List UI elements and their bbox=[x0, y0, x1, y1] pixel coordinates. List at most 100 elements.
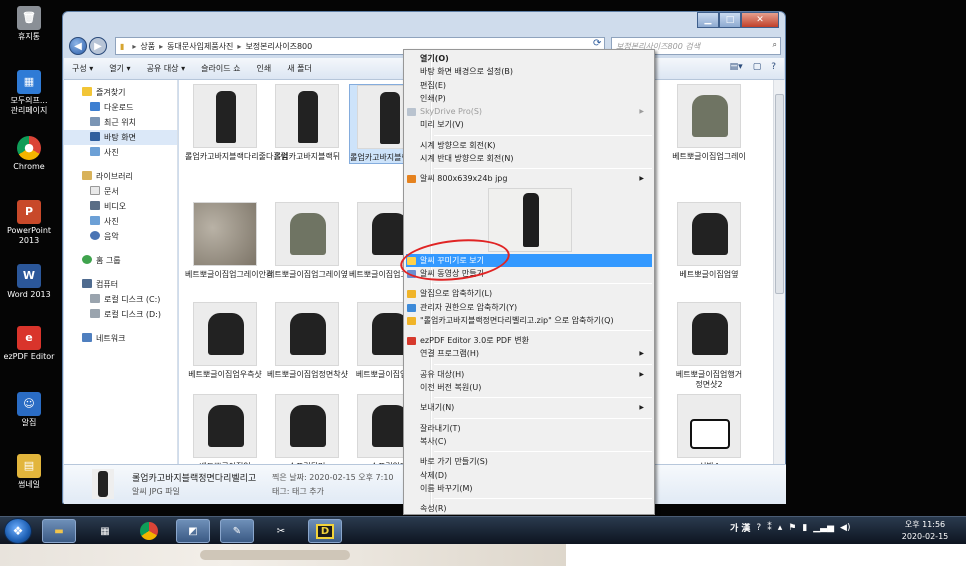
file-item[interactable]: 베트뽀글이집업그레이안감 bbox=[185, 202, 273, 280]
taskbar-snipping[interactable]: ✂ bbox=[264, 519, 298, 543]
nav-item-library-pictures[interactable]: 사진 bbox=[64, 214, 177, 229]
menu-copy[interactable]: 복사(C) bbox=[406, 435, 652, 448]
desktop-icon-recycle-bin[interactable]: 🗑 휴지통 bbox=[0, 6, 58, 42]
flag-icon[interactable]: ⚑ bbox=[788, 523, 796, 533]
nav-item-recent[interactable]: 최근 위치 bbox=[64, 115, 177, 130]
nav-item-downloads[interactable]: 다운로드 bbox=[64, 100, 177, 115]
nav-item-documents[interactable]: 문서 bbox=[64, 184, 177, 199]
breadcrumb-item[interactable]: 상품 bbox=[140, 41, 155, 52]
organize-button[interactable]: 구성 ▾ bbox=[72, 63, 93, 74]
close-button[interactable]: ✕ bbox=[741, 12, 779, 28]
help-icon[interactable]: ? bbox=[756, 523, 761, 533]
file-item[interactable]: 베트뽀글이집업 bbox=[185, 394, 265, 464]
menu-send-to[interactable]: 보내기(N) ▶ bbox=[406, 401, 652, 414]
taskbar-paint[interactable]: ✎ bbox=[220, 519, 254, 543]
menu-zip-named[interactable]: "롤업카고바지블랙정면다리벨리고.zip" 으로 압축하기(Q) bbox=[406, 314, 652, 327]
new-folder-button[interactable]: 새 폴더 bbox=[287, 63, 312, 74]
search-icon[interactable]: ⌕ bbox=[773, 40, 777, 50]
clock[interactable]: 오후 11:56 2020-02-15 bbox=[890, 519, 960, 543]
menu-preview[interactable]: 미리 보기(V) bbox=[406, 118, 652, 131]
menu-delete[interactable]: 삭제(D) bbox=[406, 469, 652, 482]
file-item[interactable]: 롤업카고바지블랙다리줄다홀림 bbox=[185, 84, 288, 162]
network-icon[interactable]: ▮ bbox=[802, 523, 807, 533]
menu-zip-alzip[interactable]: 알집으로 압축하기(L) bbox=[406, 287, 652, 300]
nav-homegroup[interactable]: 홈 그룹 bbox=[64, 253, 177, 268]
maximize-button[interactable]: □ bbox=[719, 12, 741, 28]
open-button[interactable]: 열기 ▾ bbox=[109, 63, 130, 74]
taskbar-app-window[interactable]: ◩ bbox=[176, 519, 210, 543]
forward-button[interactable]: ▶ bbox=[89, 37, 107, 55]
taskbar-calculator[interactable]: ▦ bbox=[88, 519, 122, 543]
tray-expand-icon[interactable]: ▴ bbox=[778, 523, 783, 533]
nav-network[interactable]: 네트워크 bbox=[64, 331, 177, 346]
desktop-icon-chrome[interactable]: ● Chrome bbox=[0, 136, 58, 172]
preview-pane-icon[interactable]: ▢ bbox=[753, 62, 762, 72]
start-button[interactable]: ❖ bbox=[4, 518, 32, 544]
help-icon[interactable]: ? bbox=[771, 62, 776, 72]
nav-item-desktop[interactable]: 바탕 화면 bbox=[64, 130, 177, 145]
desktop-icon-web-app[interactable]: ▦ 모두의프... 관리페이지 bbox=[0, 70, 58, 116]
menu-open[interactable]: 열기(O) bbox=[406, 52, 652, 65]
menu-restore-previous[interactable]: 이전 버전 복원(U) bbox=[406, 381, 652, 394]
menu-zip-admin[interactable]: 관리자 권한으로 압축하기(Y) bbox=[406, 301, 652, 314]
nav-computer[interactable]: 컴퓨터 bbox=[64, 277, 177, 292]
print-button[interactable]: 인쇄 bbox=[256, 63, 271, 74]
nav-item-videos[interactable]: 비디오 bbox=[64, 199, 177, 214]
menu-skydrive[interactable]: SkyDrive Pro(S) ▶ bbox=[406, 105, 652, 118]
desktop-icon-ezpdf[interactable]: e ezPDF Editor bbox=[0, 326, 58, 362]
menu-print[interactable]: 인쇄(P) bbox=[406, 92, 652, 105]
menu-open-with[interactable]: 연결 프로그램(H) ▶ bbox=[406, 347, 652, 360]
back-button[interactable]: ◀ bbox=[69, 37, 87, 55]
file-item[interactable]: 슈프림뒷면 bbox=[267, 394, 347, 464]
nav-favorites[interactable]: 즐겨찾기 bbox=[64, 85, 177, 100]
file-item[interactable]: 베트뽀글이집업정면착샷 bbox=[267, 302, 348, 380]
nav-item-music[interactable]: 음악 bbox=[64, 229, 177, 244]
file-item[interactable]: 베트뽀글이집업그레이 bbox=[669, 84, 749, 162]
menu-alsee-video[interactable]: 알씨 동영상 만들기 bbox=[406, 267, 652, 280]
slideshow-button[interactable]: 슬라이드 쇼 bbox=[201, 63, 240, 74]
desktop-icon-thumbnail-folder[interactable]: ▤ 썸네일 bbox=[0, 454, 58, 490]
share-with-button[interactable]: 공유 대상 ▾ bbox=[147, 63, 186, 74]
breadcrumb-item[interactable]: 보정본리사이즈800 bbox=[245, 41, 312, 52]
volume-icon[interactable]: ◀) bbox=[840, 523, 850, 533]
desktop-icon-alzip[interactable]: ☺ 알집 bbox=[0, 392, 58, 428]
title-bar[interactable]: ▁ □ ✕ bbox=[63, 12, 785, 34]
desktop-icon-word[interactable]: W Word 2013 bbox=[0, 264, 58, 300]
menu-set-wallpaper[interactable]: 바탕 화면 배경으로 설정(B) bbox=[406, 65, 652, 78]
file-item[interactable]: 베트뽀글이집업옆 bbox=[669, 202, 749, 280]
nav-item-drive-d[interactable]: 로컬 디스크 (D:) bbox=[64, 307, 177, 322]
file-item[interactable]: 베트뽀글이집업우측샷 bbox=[185, 302, 265, 380]
scrollbar-thumb[interactable] bbox=[775, 94, 784, 294]
add-tag-link[interactable]: 태그 추가 bbox=[292, 487, 324, 496]
menu-rotate-clockwise[interactable]: 시계 방향으로 회전(K) bbox=[406, 139, 652, 152]
menu-edit[interactable]: 편집(E) bbox=[406, 79, 652, 92]
file-item[interactable]: 신발4 bbox=[669, 394, 749, 464]
nav-item-pictures[interactable]: 사진 bbox=[64, 145, 177, 160]
nav-libraries[interactable]: 라이브러리 bbox=[64, 169, 177, 184]
desktop-icon-powerpoint[interactable]: P PowerPoint 2013 bbox=[0, 200, 58, 246]
taskbar-chrome[interactable] bbox=[132, 519, 166, 543]
view-options-icon[interactable]: ▤▾ bbox=[730, 62, 743, 72]
file-item[interactable]: 롤업카고바지블랙뒤 bbox=[267, 84, 347, 162]
ime-indicator[interactable]: 가 漢 bbox=[730, 521, 750, 534]
ime-pad-icon[interactable]: ⁑ bbox=[767, 523, 772, 533]
vertical-scrollbar[interactable] bbox=[773, 80, 785, 464]
breadcrumb-item[interactable]: 동대문사입제품사진 bbox=[167, 41, 233, 52]
menu-rotate-counterclockwise[interactable]: 시계 반대 방향으로 회전(N) bbox=[406, 152, 652, 165]
menu-create-shortcut[interactable]: 바로 가기 만들기(S) bbox=[406, 455, 652, 468]
menu-alsee-decorate[interactable]: 알씨 꾸미기로 보기 bbox=[406, 253, 652, 267]
menu-ezpdf[interactable]: ezPDF Editor 3.0로 PDF 변환 bbox=[406, 334, 652, 347]
menu-share-with[interactable]: 공유 대상(H) ▶ bbox=[406, 368, 652, 381]
nav-item-drive-c[interactable]: 로컬 디스크 (C:) bbox=[64, 292, 177, 307]
taskbar-explorer[interactable]: ▬ bbox=[42, 519, 76, 543]
menu-rename[interactable]: 이름 바꾸기(M) bbox=[406, 482, 652, 495]
taskbar-d-app[interactable]: D bbox=[308, 519, 342, 543]
menu-properties[interactable]: 속성(R) bbox=[406, 502, 652, 515]
file-item[interactable]: 베트뽀글이집업그레이옆 bbox=[267, 202, 348, 280]
menu-cut[interactable]: 잘라내기(T) bbox=[406, 422, 652, 435]
file-item[interactable]: 베트뽀글이집업행거 정면샷2 bbox=[669, 302, 749, 390]
back-arrow-icon: ◀ bbox=[74, 40, 82, 52]
menu-alsee-info[interactable]: 알씨 800x639x24b jpg ▶ bbox=[406, 172, 652, 185]
signal-icon[interactable]: ▁▃▅ bbox=[813, 523, 834, 533]
minimize-button[interactable]: ▁ bbox=[697, 12, 719, 28]
